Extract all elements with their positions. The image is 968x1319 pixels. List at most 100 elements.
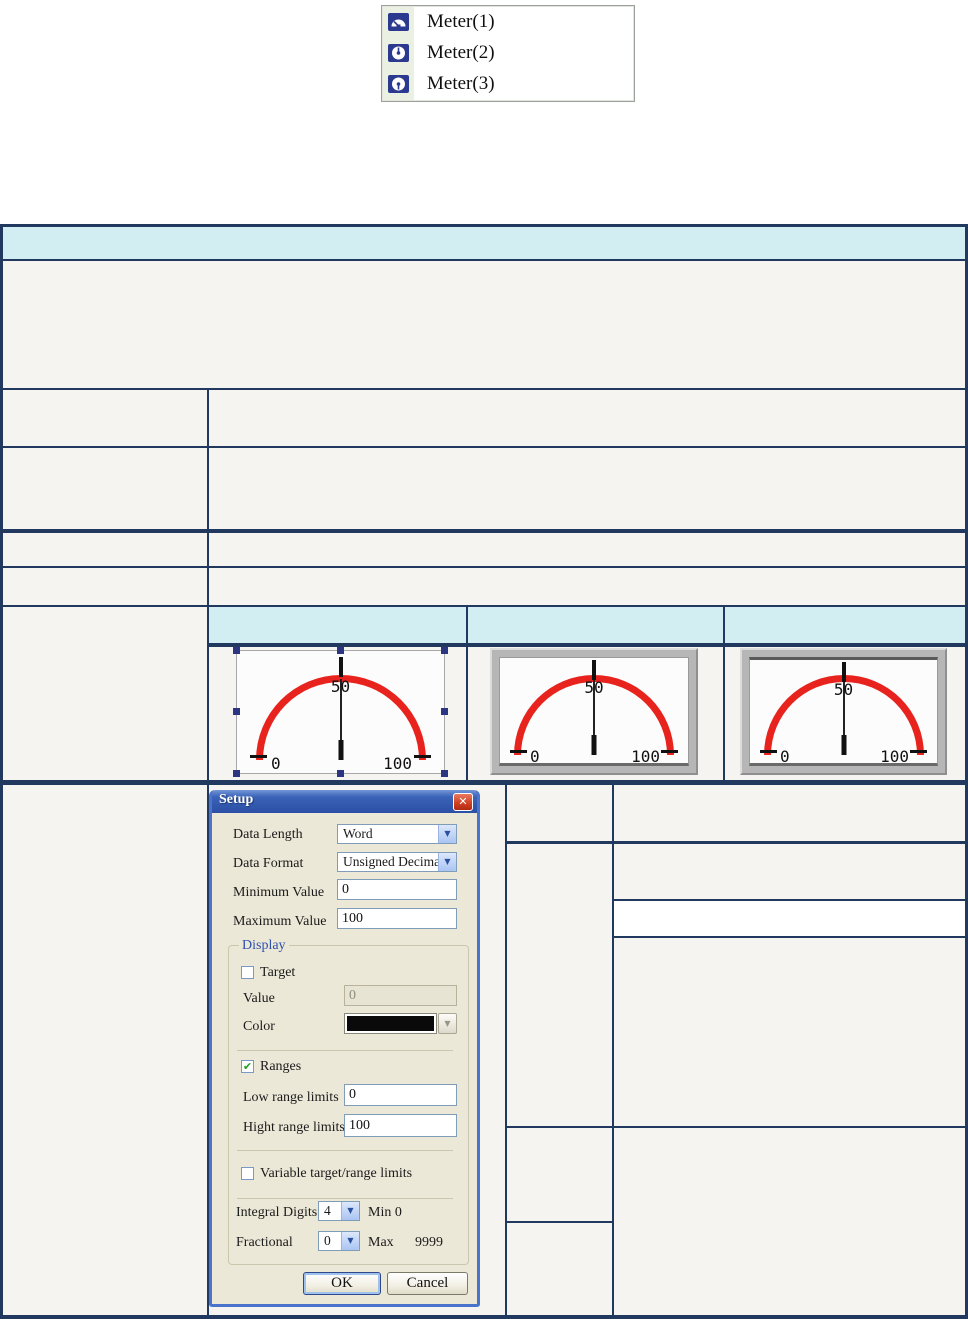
selection-handle[interactable] xyxy=(441,708,448,715)
integral-digits-note: Min 0 xyxy=(368,1205,402,1221)
high-range-input[interactable] xyxy=(344,1114,457,1137)
target-color-swatch[interactable] xyxy=(344,1013,437,1034)
ok-button[interactable]: OK xyxy=(303,1272,381,1295)
chevron-down-icon: ▼ xyxy=(444,1019,450,1028)
gauge-max-label: 100 xyxy=(383,754,412,773)
gauge-max-label: 100 xyxy=(880,747,909,766)
gauge-max-tick xyxy=(661,750,678,753)
target-label: Target xyxy=(260,965,295,981)
gauge-min-label: 0 xyxy=(271,754,281,773)
list-item-meter3[interactable]: Meter(3) xyxy=(382,68,634,99)
table-border xyxy=(0,259,968,261)
list-item-label: Meter(3) xyxy=(427,73,495,95)
gauge: 50 0 100 xyxy=(750,660,937,763)
selection-handle[interactable] xyxy=(233,708,240,715)
meter-example-raised: 50 0 100 xyxy=(490,648,698,775)
data-length-value: Word xyxy=(343,826,373,842)
table-border xyxy=(505,841,968,844)
selection-handle[interactable] xyxy=(233,647,240,654)
gauge-max-label: 100 xyxy=(631,747,660,766)
separator xyxy=(237,1198,453,1199)
gauge-mid-label: 50 xyxy=(584,678,603,697)
maximum-value-input[interactable] xyxy=(337,908,457,929)
gauge-top-tick xyxy=(842,662,846,682)
separator xyxy=(237,1050,453,1051)
integral-digits-select[interactable]: 4 ▼ xyxy=(318,1201,360,1221)
minimum-value-label: Minimum Value xyxy=(233,885,324,901)
color-dropdown-button[interactable]: ▼ xyxy=(438,1013,457,1034)
white-band-cell xyxy=(614,901,965,936)
color-swatch-fill xyxy=(347,1016,434,1031)
close-icon: ✕ xyxy=(458,795,467,808)
setup-dialog: Setup ✕ Data Length Word ▼ Data Format U… xyxy=(209,790,480,1307)
data-format-label: Data Format xyxy=(233,856,303,872)
dialog-titlebar[interactable]: Setup ✕ xyxy=(212,790,477,813)
chevron-down-icon[interactable]: ▼ xyxy=(438,825,456,843)
variable-limits-label: Variable target/range limits xyxy=(260,1166,412,1182)
round-meter-up-icon xyxy=(388,44,409,62)
ranges-checkbox[interactable]: ✔ xyxy=(241,1060,254,1073)
color-label: Color xyxy=(243,1019,275,1035)
chevron-down-icon[interactable]: ▼ xyxy=(341,1232,359,1250)
list-item-meter1[interactable]: Meter(1) xyxy=(382,6,634,37)
fractional-max-value: 9999 xyxy=(415,1235,443,1251)
gauge-top-tick xyxy=(339,657,343,677)
list-item-meter2[interactable]: Meter(2) xyxy=(382,37,634,68)
meter-example-selected[interactable]: 50 0 100 xyxy=(236,650,445,774)
selection-handle[interactable] xyxy=(337,770,344,777)
gauge: 50 0 100 xyxy=(500,658,688,763)
gauge-min-label: 0 xyxy=(530,747,540,766)
table-border xyxy=(0,605,968,607)
meter-example-sunken: 50 0 100 xyxy=(740,648,947,775)
table-border xyxy=(612,899,968,901)
data-length-select[interactable]: Word ▼ xyxy=(337,824,457,844)
table-border xyxy=(505,1221,614,1223)
fractional-label: Fractional xyxy=(236,1235,293,1251)
target-checkbox[interactable] xyxy=(241,966,254,979)
data-format-select[interactable]: Unsigned Decimal ▼ xyxy=(337,852,457,872)
gauge-min-tick xyxy=(250,755,267,758)
meter-panel: 50 0 100 xyxy=(236,650,445,774)
table-border xyxy=(0,529,968,533)
cancel-button[interactable]: Cancel xyxy=(387,1272,468,1295)
meter-panel: 50 0 100 xyxy=(749,657,938,766)
semicircle-meter-icon xyxy=(388,13,409,31)
manual-page: { "palette": { "table_border": "#21395f"… xyxy=(0,0,968,1319)
selection-handle[interactable] xyxy=(337,647,344,654)
gauge-needle-hub xyxy=(338,740,343,760)
gauge-min-label: 0 xyxy=(780,747,790,766)
chevron-down-icon[interactable]: ▼ xyxy=(438,853,456,871)
table-border xyxy=(0,780,968,785)
table-border xyxy=(0,1315,968,1319)
gauge: 50 0 100 xyxy=(237,651,444,773)
table-border xyxy=(723,605,725,785)
gauge-mid-label: 50 xyxy=(331,677,350,696)
selection-handle[interactable] xyxy=(441,647,448,654)
low-range-input[interactable] xyxy=(344,1084,457,1106)
meter-columns-header-fill xyxy=(207,605,968,647)
table-border xyxy=(505,780,507,1319)
display-group-label: Display xyxy=(239,938,289,954)
selection-handle[interactable] xyxy=(233,770,240,777)
gauge-needle-hub xyxy=(841,735,846,755)
table-border xyxy=(612,936,968,938)
table-border xyxy=(0,388,968,390)
selection-handle[interactable] xyxy=(441,770,448,777)
minimum-value-input[interactable] xyxy=(337,879,457,900)
list-item-label: Meter(1) xyxy=(427,11,495,33)
fractional-select[interactable]: 0 ▼ xyxy=(318,1231,360,1251)
check-icon: ✔ xyxy=(243,1060,252,1073)
gauge-min-tick xyxy=(760,750,777,753)
table-title-header-fill xyxy=(0,224,968,261)
gauge-min-tick xyxy=(510,750,527,753)
close-button[interactable]: ✕ xyxy=(453,793,473,811)
object-list-box: Meter(1) Meter(2) Meter(3) xyxy=(381,5,635,102)
meter-panel: 50 0 100 xyxy=(499,657,689,766)
table-border xyxy=(612,785,614,1319)
variable-limits-checkbox[interactable] xyxy=(241,1167,254,1180)
high-range-label: Hight range limits xyxy=(243,1120,345,1136)
fractional-value: 0 xyxy=(324,1233,331,1249)
maximum-value-label: Maximum Value xyxy=(233,914,326,930)
table-border xyxy=(207,643,968,647)
chevron-down-icon[interactable]: ▼ xyxy=(341,1202,359,1220)
